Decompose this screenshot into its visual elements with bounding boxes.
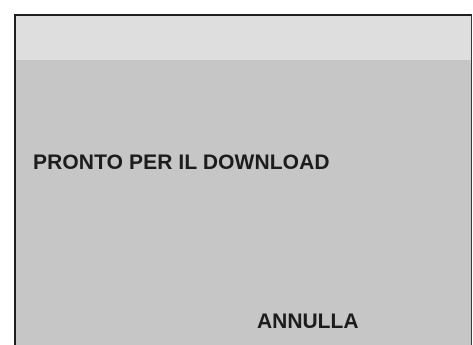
download-status-text: PRONTO PER IL DOWNLOAD <box>33 151 330 174</box>
download-dialog: PRONTO PER IL DOWNLOAD ANNULLA <box>14 14 472 345</box>
dialog-title-bar <box>16 16 471 60</box>
cancel-button[interactable]: ANNULLA <box>257 310 358 334</box>
dialog-content-panel <box>23 60 471 345</box>
